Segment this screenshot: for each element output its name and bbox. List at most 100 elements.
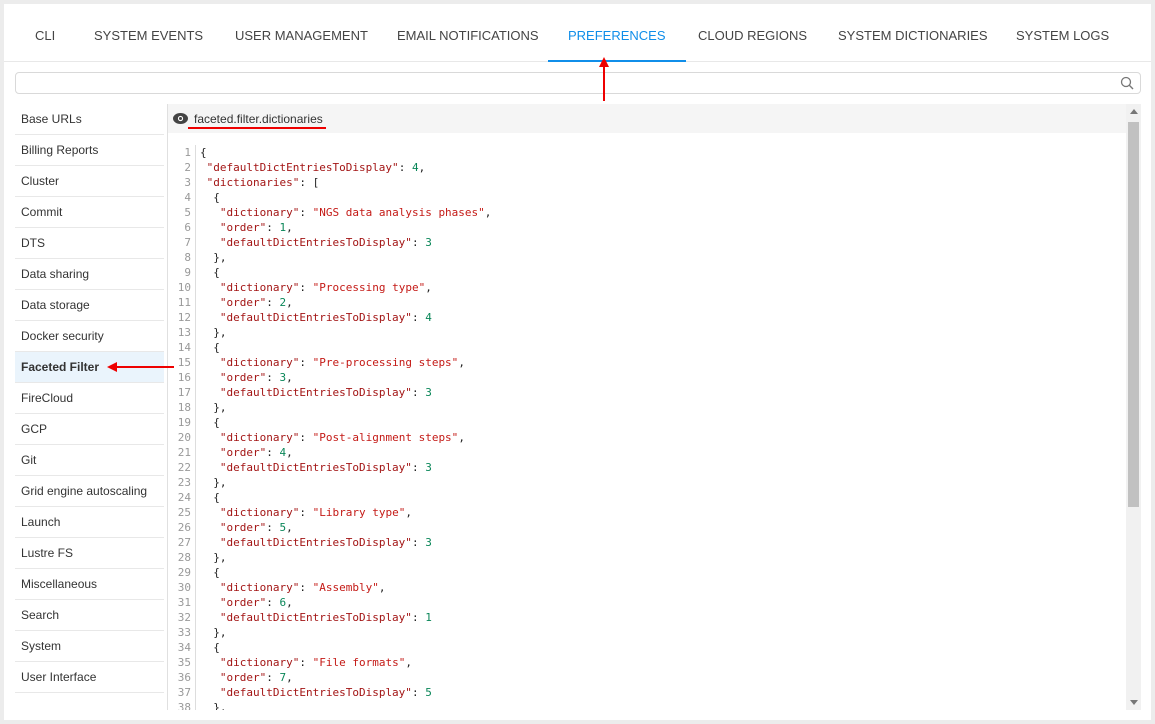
line-number: 31 [168, 595, 196, 610]
sidebar-item-commit[interactable]: Commit [15, 197, 164, 228]
code-line: 17 "defaultDictEntriesToDisplay": 3 [168, 385, 491, 400]
code-line: 25 "dictionary": "Library type", [168, 505, 491, 520]
code-text: "defaultDictEntriesToDisplay": 3 [219, 236, 432, 249]
code-text: }, [200, 701, 227, 710]
editor-scrollbar[interactable] [1126, 104, 1141, 710]
code-text: "defaultDictEntriesToDisplay": 3 [219, 536, 432, 549]
tab-preferences[interactable]: PREFERENCES [548, 28, 686, 62]
line-number: 6 [168, 220, 196, 235]
code-text: { [200, 341, 220, 354]
code-line: 9 { [168, 265, 491, 280]
line-number: 8 [168, 250, 196, 265]
sidebar-item-miscellaneous[interactable]: Miscellaneous [15, 569, 164, 600]
code-line: 38 }, [168, 700, 491, 710]
line-number: 1 [168, 145, 196, 160]
search-input[interactable] [15, 72, 1141, 94]
sidebar-item-gcp[interactable]: GCP [15, 414, 164, 445]
line-number: 19 [168, 415, 196, 430]
line-number: 23 [168, 475, 196, 490]
code-line: 35 "dictionary": "File formats", [168, 655, 491, 670]
sidebar-item-firecloud[interactable]: FireCloud [15, 383, 164, 414]
code-text: }, [200, 326, 227, 339]
sidebar-item-data-sharing[interactable]: Data sharing [15, 259, 164, 290]
code-text: "defaultDictEntriesToDisplay": 1 [219, 611, 432, 624]
code-text: "defaultDictEntriesToDisplay": 3 [219, 386, 432, 399]
code-line: 19 { [168, 415, 491, 430]
tab-cli[interactable]: CLI [35, 28, 55, 62]
code-line: 7 "defaultDictEntriesToDisplay": 3 [168, 235, 491, 250]
code-text: { [200, 146, 207, 159]
code-line: 5 "dictionary": "NGS data analysis phase… [168, 205, 491, 220]
code-text: { [200, 566, 220, 579]
line-number: 12 [168, 310, 196, 325]
code-line: 31 "order": 6, [168, 595, 491, 610]
line-number: 22 [168, 460, 196, 475]
code-line: 29 { [168, 565, 491, 580]
scroll-up-icon[interactable] [1130, 109, 1138, 114]
code-line: 26 "order": 5, [168, 520, 491, 535]
code-text: "order": 6, [219, 596, 293, 609]
tab-cloud-regions[interactable]: CLOUD REGIONS [698, 28, 807, 62]
code-text: "defaultDictEntriesToDisplay": 5 [219, 686, 432, 699]
tab-system-logs[interactable]: SYSTEM LOGS [1016, 28, 1109, 62]
json-code-editor[interactable]: 1{2 "defaultDictEntriesToDisplay": 4, 3 "… [168, 145, 491, 710]
sidebar-item-data-storage[interactable]: Data storage [15, 290, 164, 321]
line-number: 34 [168, 640, 196, 655]
scrollbar-thumb[interactable] [1128, 122, 1139, 507]
line-number: 13 [168, 325, 196, 340]
tab-email-notifications[interactable]: EMAIL NOTIFICATIONS [397, 28, 539, 62]
line-number: 5 [168, 205, 196, 220]
code-line: 20 "dictionary": "Post-alignment steps", [168, 430, 491, 445]
annotation-arrow-up [603, 66, 605, 101]
search-icon[interactable] [1120, 76, 1134, 90]
line-number: 25 [168, 505, 196, 520]
tab-system-events[interactable]: SYSTEM EVENTS [94, 28, 203, 62]
tab-system-dictionaries[interactable]: SYSTEM DICTIONARIES [838, 28, 988, 62]
sidebar-item-search[interactable]: Search [15, 600, 164, 631]
tab-user-management[interactable]: USER MANAGEMENT [235, 28, 368, 62]
code-text: "dictionary": "Assembly", [219, 581, 386, 594]
line-number: 32 [168, 610, 196, 625]
scroll-down-icon[interactable] [1130, 700, 1138, 705]
line-number: 28 [168, 550, 196, 565]
line-number: 38 [168, 700, 196, 710]
line-number: 33 [168, 625, 196, 640]
code-line: 21 "order": 4, [168, 445, 491, 460]
sidebar-item-base-urls[interactable]: Base URLs [15, 104, 164, 135]
line-number: 3 [168, 175, 196, 190]
code-line: 16 "order": 3, [168, 370, 491, 385]
sidebar-item-grid-engine-autoscaling[interactable]: Grid engine autoscaling [15, 476, 164, 507]
line-number: 17 [168, 385, 196, 400]
preference-header: faceted.filter.dictionaries [168, 104, 1141, 133]
sidebar-item-user-interface[interactable]: User Interface [15, 662, 164, 693]
line-number: 36 [168, 670, 196, 685]
code-text: "dictionary": "Library type", [219, 506, 412, 519]
code-line: 2 "defaultDictEntriesToDisplay": 4, [168, 160, 491, 175]
code-line: 33 }, [168, 625, 491, 640]
code-line: 37 "defaultDictEntriesToDisplay": 5 [168, 685, 491, 700]
sidebar-item-docker-security[interactable]: Docker security [15, 321, 164, 352]
code-line: 3 "dictionaries": [ [168, 175, 491, 190]
sidebar-item-cluster[interactable]: Cluster [15, 166, 164, 197]
sidebar-item-dts[interactable]: DTS [15, 228, 164, 259]
code-text: }, [200, 251, 227, 264]
line-number: 37 [168, 685, 196, 700]
code-text: { [200, 191, 220, 204]
line-number: 18 [168, 400, 196, 415]
line-number: 24 [168, 490, 196, 505]
sidebar-item-git[interactable]: Git [15, 445, 164, 476]
code-text: }, [200, 476, 227, 489]
sidebar-item-lustre-fs[interactable]: Lustre FS [15, 538, 164, 569]
line-number: 10 [168, 280, 196, 295]
sidebar-item-billing-reports[interactable]: Billing Reports [15, 135, 164, 166]
line-number: 16 [168, 370, 196, 385]
code-line: 8 }, [168, 250, 491, 265]
code-text: "dictionary": "NGS data analysis phases"… [219, 206, 492, 219]
code-line: 1{ [168, 145, 491, 160]
sidebar-item-launch[interactable]: Launch [15, 507, 164, 538]
code-text: { [200, 416, 220, 429]
code-line: 6 "order": 1, [168, 220, 491, 235]
eye-icon[interactable] [173, 113, 188, 124]
sidebar-item-system[interactable]: System [15, 631, 164, 662]
line-number: 11 [168, 295, 196, 310]
